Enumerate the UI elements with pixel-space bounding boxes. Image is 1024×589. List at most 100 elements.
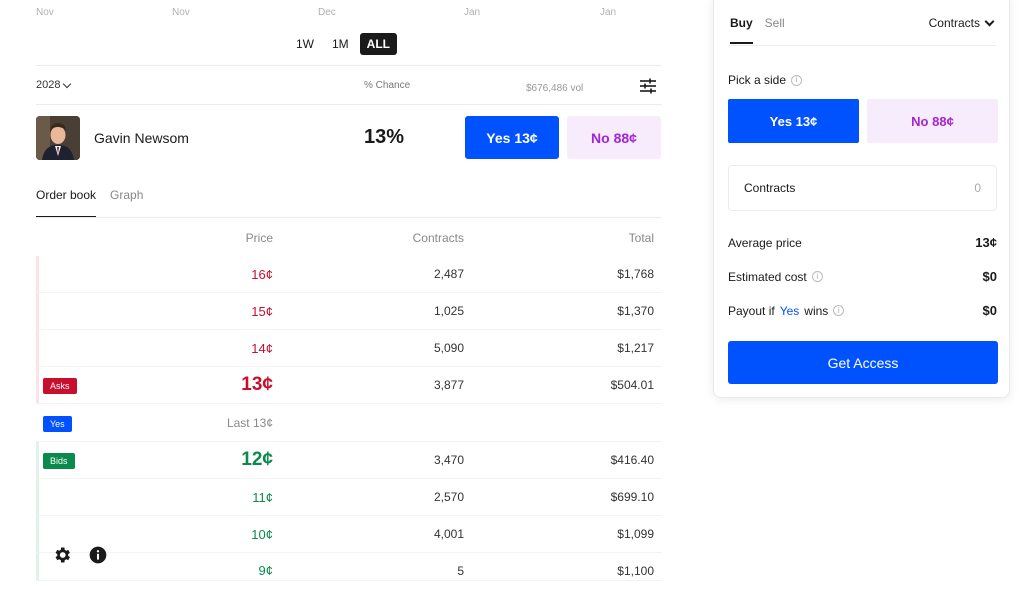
- x-tick-label: Jan: [600, 7, 617, 18]
- detail-tabs: Order book Graph: [36, 188, 143, 218]
- chevron-down-icon: [63, 79, 72, 88]
- bid-contracts: 2,570: [433, 490, 464, 504]
- unit-dropdown-label: Contracts: [928, 16, 980, 30]
- bids-badge: Bids: [43, 453, 75, 469]
- pick-side-text: Pick a side: [728, 73, 787, 87]
- ask-row-best[interactable]: Asks 13¢ 3,877 $504.01: [36, 367, 662, 404]
- average-price-row: Average price 13¢: [728, 235, 997, 250]
- last-price-row: Yes Last 13¢: [36, 405, 662, 442]
- ask-contracts: 3,877: [433, 378, 464, 392]
- sliders-icon[interactable]: [639, 78, 657, 94]
- ask-total: $1,370: [617, 304, 654, 318]
- divider: [36, 217, 662, 218]
- chance-column-header: % Chance: [364, 80, 411, 91]
- ask-contracts: 5,090: [433, 341, 464, 355]
- ask-total: $504.01: [610, 378, 654, 392]
- bid-total: $1,100: [617, 563, 654, 578]
- bid-contracts: 5: [457, 563, 464, 578]
- bid-total: $699.10: [610, 490, 654, 504]
- depth-bar: [36, 256, 39, 292]
- pick-yes-button[interactable]: Yes 13¢: [728, 99, 859, 143]
- bid-row[interactable]: 11¢ 2,570 $699.10: [36, 479, 662, 516]
- trade-tabs: Buy Sell: [730, 16, 785, 44]
- depth-bar: [36, 553, 39, 580]
- asks-badge: Asks: [43, 378, 77, 394]
- tab-graph[interactable]: Graph: [110, 188, 143, 218]
- ask-contracts: 1,025: [433, 304, 464, 318]
- estimated-cost-label: Estimated cost: [728, 269, 807, 284]
- info-icon[interactable]: i: [811, 271, 823, 282]
- divider: [36, 104, 662, 105]
- bid-total: $416.40: [610, 453, 654, 467]
- bid-row[interactable]: 10¢ 4,001 $1,099: [36, 516, 662, 553]
- depth-bar: [36, 330, 39, 366]
- info-icon[interactable]: [88, 545, 108, 565]
- ask-total: $1,217: [617, 341, 654, 355]
- candidate-avatar: [36, 116, 80, 160]
- depth-bar: [36, 293, 39, 329]
- range-1m-button[interactable]: 1M: [325, 33, 356, 55]
- year-dropdown[interactable]: 2028: [36, 79, 72, 91]
- year-dropdown-label: 2028: [36, 79, 61, 91]
- trade-panel: Buy Sell Contracts Pick a side i Yes 13¢…: [713, 0, 1010, 398]
- depth-bar: [36, 516, 39, 552]
- tab-order-book[interactable]: Order book: [36, 188, 97, 218]
- x-tick-label: Nov: [172, 7, 190, 18]
- bid-total: $1,099: [617, 527, 654, 541]
- bid-contracts: 4,001: [433, 527, 464, 541]
- candidate-chance: 13%: [364, 126, 405, 148]
- contracts-field-label: Contracts: [744, 181, 796, 195]
- tab-sell[interactable]: Sell: [765, 16, 785, 44]
- ask-row[interactable]: 16¢ 2,487 $1,768: [36, 256, 662, 293]
- ask-row[interactable]: 15¢ 1,025 $1,370: [36, 293, 662, 330]
- payout-label-group: Payout if Yes wins i: [728, 303, 845, 318]
- buy-yes-button[interactable]: Yes 13¢: [465, 116, 559, 159]
- payout-row: Payout if Yes wins i $0: [728, 303, 997, 318]
- ask-contracts: 2,487: [433, 267, 464, 281]
- average-price-value: 13¢: [975, 235, 997, 250]
- ask-price: 14¢: [251, 340, 273, 356]
- payout-prefix: Payout if: [728, 303, 775, 318]
- bid-price: 9¢: [258, 563, 273, 578]
- range-1w-button[interactable]: 1W: [289, 33, 321, 55]
- depth-bar: [36, 367, 39, 403]
- range-all-button[interactable]: ALL: [359, 33, 397, 55]
- payout-yes-word: Yes: [779, 303, 800, 318]
- orderbook-header: Price Contracts Total: [36, 231, 662, 245]
- unit-dropdown[interactable]: Contracts: [928, 16, 995, 30]
- ask-price: 15¢: [251, 303, 273, 319]
- tab-buy[interactable]: Buy: [730, 16, 753, 44]
- get-access-button[interactable]: Get Access: [728, 341, 998, 384]
- chevron-down-icon: [984, 16, 995, 26]
- bid-row[interactable]: 9¢ 5 $1,100: [36, 553, 662, 581]
- divider: [36, 65, 662, 66]
- bid-row-best[interactable]: Bids 12¢ 3,470 $416.40: [36, 442, 662, 479]
- contracts-column-header: Contracts: [412, 231, 464, 245]
- info-icon[interactable]: i: [791, 74, 803, 86]
- ask-total: $1,768: [617, 267, 654, 281]
- best-bid-price: 12¢: [241, 449, 273, 470]
- x-tick-label: Dec: [318, 7, 336, 18]
- divider: [728, 45, 996, 46]
- average-price-label: Average price: [728, 235, 802, 250]
- payout-suffix: wins: [804, 303, 829, 318]
- x-tick-label: Nov: [36, 7, 54, 18]
- total-column-header: Total: [628, 231, 654, 245]
- depth-bar: [36, 442, 39, 478]
- pick-no-button[interactable]: No 88¢: [867, 99, 998, 143]
- estimated-cost-label-group: Estimated cost i: [728, 270, 823, 284]
- estimated-cost-row: Estimated cost i $0: [728, 269, 997, 284]
- last-price-label: Last 13¢: [226, 416, 273, 430]
- best-ask-price: 13¢: [241, 374, 273, 395]
- volume-label: $676,486 vol: [526, 83, 584, 94]
- depth-bar: [36, 479, 39, 515]
- payout-value: $0: [982, 303, 997, 318]
- ask-price: 16¢: [251, 266, 273, 282]
- buy-no-button[interactable]: No 88¢: [567, 116, 661, 159]
- gear-icon[interactable]: [52, 545, 72, 565]
- contracts-field[interactable]: Contracts 0: [728, 165, 997, 211]
- ask-row[interactable]: 14¢ 5,090 $1,217: [36, 330, 662, 367]
- yes-badge: Yes: [43, 416, 72, 432]
- contracts-field-value: 0: [974, 181, 981, 195]
- info-icon[interactable]: i: [833, 305, 845, 316]
